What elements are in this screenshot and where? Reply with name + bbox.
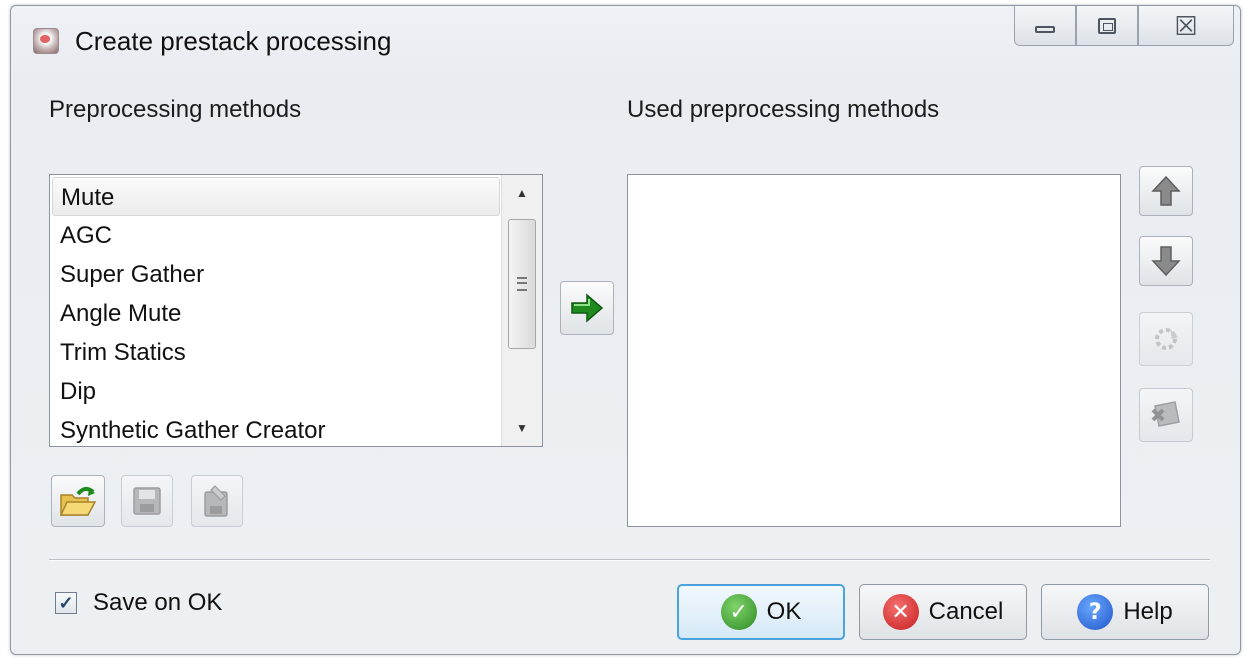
minimize-button[interactable] [1014,6,1076,46]
list-item[interactable]: Super Gather [52,255,500,294]
window-controls: ☒ [1014,6,1234,46]
used-methods-list[interactable] [627,174,1121,527]
move-up-button[interactable] [1139,166,1193,216]
preprocessing-methods-list[interactable]: Mute AGC Super Gather Angle Mute Trim Static… [49,174,543,447]
open-button[interactable] [51,475,105,527]
title-bar[interactable]: Create prestack processing ☒ [11,6,1240,72]
cancel-label: Cancel [928,598,1004,625]
properties-icon [1155,328,1178,350]
list-scrollbar[interactable]: ▲ ▼ [501,175,542,446]
save-on-ok-option[interactable]: ✓ Save on OK [55,589,222,617]
remove-icon [1151,401,1180,427]
scroll-up-button[interactable]: ▲ [502,175,542,211]
scroll-thumb[interactable] [508,219,536,349]
ok-button[interactable]: ✓ OK [677,584,845,640]
move-down-button[interactable] [1139,236,1193,286]
cancel-button[interactable]: ✕ Cancel [859,584,1027,640]
maximize-button[interactable] [1076,6,1138,46]
arrow-right-icon [571,293,604,323]
preprocessing-methods-label: Preprocessing methods [49,96,302,123]
save-button[interactable] [121,475,173,527]
close-button[interactable]: ☒ [1138,6,1234,46]
ok-label: OK [766,598,802,625]
help-question-icon: ? [1077,594,1114,630]
list-item[interactable]: Trim Statics [52,333,500,372]
add-method-button[interactable] [560,281,614,335]
list-item[interactable]: AGC [52,216,500,255]
properties-button[interactable] [1139,312,1193,366]
method-list-items: Mute AGC Super Gather Angle Mute Trim Static… [52,177,500,446]
arrow-up-icon [1151,175,1181,206]
checkmark-icon: ✓ [58,592,74,613]
window-title: Create prestack processing [75,26,392,56]
help-label: Help [1123,598,1173,625]
arrow-down-icon [1151,246,1181,277]
footer-separator [49,559,1210,561]
used-preprocessing-methods-label: Used preprocessing methods [627,96,940,123]
save-as-icon [204,485,228,517]
list-item[interactable]: Dip [52,372,500,411]
remove-method-button[interactable] [1139,388,1193,442]
save-as-button[interactable] [191,475,243,527]
save-on-ok-checkbox[interactable]: ✓ [55,592,77,614]
list-item[interactable]: Angle Mute [52,294,500,333]
list-item[interactable]: Mute [52,177,500,216]
close-icon: ☒ [1174,10,1198,41]
cancel-x-icon: ✕ [882,594,919,630]
help-button[interactable]: ? Help [1041,584,1209,640]
save-on-ok-label: Save on OK [93,589,223,616]
list-item[interactable]: Synthetic Gather Creator [52,411,500,446]
scroll-down-button[interactable]: ▼ [502,410,542,446]
app-icon [33,28,59,54]
dialog-window: Create prestack processing ☒ Preprocessi… [10,5,1241,655]
save-disk-icon [133,487,161,515]
minimize-icon [1035,26,1055,33]
open-folder-icon [59,487,97,516]
ok-check-icon: ✓ [720,594,757,630]
maximize-icon [1098,17,1116,34]
grip-icon [517,277,527,291]
